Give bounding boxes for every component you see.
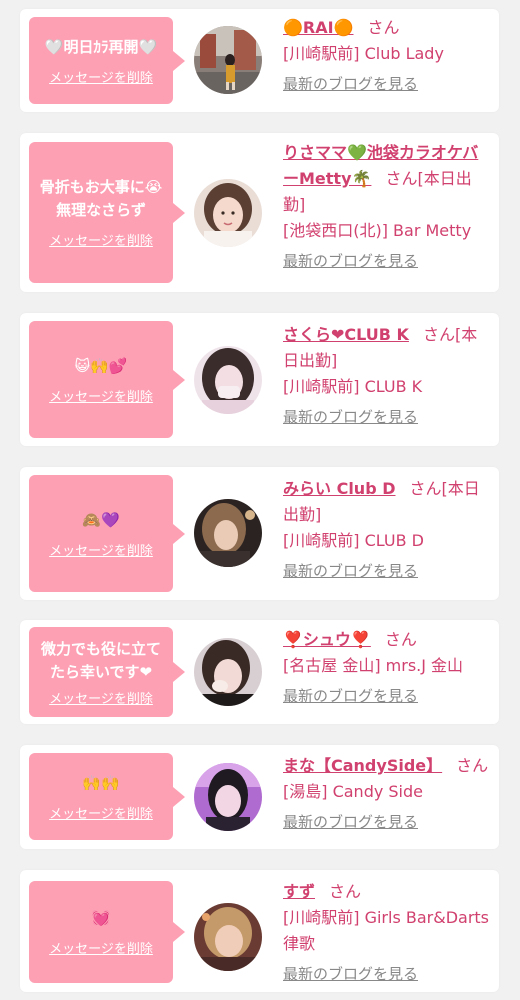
profile-name-link[interactable]: まな【CandySide】 <box>283 756 442 775</box>
message-text: 骨折もお大事に😭 無理なさらず <box>39 178 163 219</box>
latest-blog-link[interactable]: 最新のブログを見る <box>283 961 418 987</box>
profile-name-link[interactable]: すず <box>283 882 315 901</box>
profile-info: さくら❤CLUB K さん[本日出勤] [川崎駅前] CLUB K 最新のブログを… <box>283 322 491 430</box>
message-bubble: 🙌🙌 メッセージを削除 <box>29 753 185 840</box>
message-bubble: 💓 メッセージを削除 <box>29 881 185 983</box>
message-text: 😺🙌💕 <box>74 356 128 375</box>
delete-message-link[interactable]: メッセージを削除 <box>49 386 153 405</box>
shop-label: [名古屋 金山] mrs.J 金山 <box>283 656 464 675</box>
honorific: さん <box>422 325 455 344</box>
delete-message-link[interactable]: メッセージを削除 <box>49 938 153 957</box>
shop-label: [川崎駅前] Club Lady <box>283 44 444 63</box>
avatar[interactable] <box>194 638 262 706</box>
message-text: 🙌🙌 <box>82 773 120 792</box>
follow-card: 😺🙌💕 メッセージを削除 さくら❤CLUB K さん[本日出勤] [川崎駅前] C… <box>20 313 499 446</box>
shop-label: [川崎駅前] Girls Bar&Darts 律歌 <box>283 908 490 953</box>
message-bubble: 🙈💜 メッセージを削除 <box>29 475 185 592</box>
follow-card: 骨折もお大事に😭 無理なさらず メッセージを削除 りさママ💚池袋カラオケバーMe… <box>20 133 499 292</box>
avatar[interactable] <box>194 763 262 831</box>
delete-message-link[interactable]: メッセージを削除 <box>49 688 153 707</box>
profile-name-link[interactable]: 🟠RAI🟠 <box>283 18 354 37</box>
profile-name-link[interactable]: みらい Club D <box>283 479 396 498</box>
latest-blog-link[interactable]: 最新のブログを見る <box>283 404 418 430</box>
shop-label: [川崎駅前] CLUB D <box>283 531 424 550</box>
delete-message-link[interactable]: メッセージを削除 <box>49 67 153 86</box>
latest-blog-link[interactable]: 最新のブログを見る <box>283 248 418 274</box>
profile-name-link[interactable]: ❣️シュウ❣️ <box>283 630 371 649</box>
follow-card: 🙈💜 メッセージを削除 みらい Club D さん[本日出勤] [川崎駅前] CL… <box>20 467 499 600</box>
shop-label: [川崎駅前] CLUB K <box>283 377 423 396</box>
honorific: さん <box>385 169 418 188</box>
avatar[interactable] <box>194 346 262 414</box>
shop-label: [池袋西口(北)] Bar Metty <box>283 221 472 240</box>
latest-blog-link[interactable]: 最新のブログを見る <box>283 683 418 709</box>
message-text: 🤍明日ｶﾗ再開🤍 <box>44 37 158 56</box>
follow-card: 🤍明日ｶﾗ再開🤍 メッセージを削除 🟠RAI🟠 さん [川崎駅前] Club La… <box>20 9 499 112</box>
message-text: 💓 <box>91 909 111 927</box>
profile-name-link[interactable]: さくら❤CLUB K <box>283 325 409 344</box>
profile-info: まな【CandySide】 さん [湯島] Candy Side 最新のブログを見… <box>283 753 491 835</box>
shop-label: [湯島] Candy Side <box>283 782 424 801</box>
message-bubble: 😺🙌💕 メッセージを削除 <box>29 321 185 438</box>
avatar[interactable] <box>194 26 262 94</box>
profile-info: りさママ💚池袋カラオケバーMetty🌴 さん[本日出勤] [池袋西口(北)] Ba… <box>283 140 491 274</box>
message-bubble: 🤍明日ｶﾗ再開🤍 メッセージを削除 <box>29 17 185 104</box>
delete-message-link[interactable]: メッセージを削除 <box>49 230 153 249</box>
delete-message-link[interactable]: メッセージを削除 <box>49 540 153 559</box>
message-text: 🙈💜 <box>82 510 120 529</box>
latest-blog-link[interactable]: 最新のブログを見る <box>283 71 418 97</box>
profile-info: みらい Club D さん[本日出勤] [川崎駅前] CLUB D 最新のブログを… <box>283 476 491 584</box>
honorific: さん <box>384 630 417 649</box>
profile-info: ❣️シュウ❣️ さん [名古屋 金山] mrs.J 金山 最新のブログを見る <box>283 627 491 709</box>
profile-info: すず さん [川崎駅前] Girls Bar&Darts 律歌 最新のブログを見る <box>283 879 491 987</box>
avatar[interactable] <box>194 499 262 567</box>
avatar[interactable] <box>194 903 262 971</box>
delete-message-link[interactable]: メッセージを削除 <box>49 803 153 822</box>
honorific: さん <box>456 756 489 775</box>
message-bubble: 微力でも役に立てたら幸いです❤ メッセージを削除 <box>29 627 185 717</box>
follow-card: 🙌🙌 メッセージを削除 まな【CandySide】 さん [湯島] Candy S… <box>20 745 499 849</box>
message-text: 微力でも役に立てたら幸いです❤ <box>40 639 161 681</box>
avatar[interactable] <box>194 179 262 247</box>
latest-blog-link[interactable]: 最新のブログを見る <box>283 809 418 835</box>
follow-card: 💓 メッセージを削除 すず さん [川崎駅前] Girls Bar&Darts 律… <box>20 870 499 992</box>
honorific: さん <box>409 479 442 498</box>
follow-card: 微力でも役に立てたら幸いです❤ メッセージを削除 ❣️シュウ❣️ さん [名古屋 … <box>20 620 499 724</box>
latest-blog-link[interactable]: 最新のブログを見る <box>283 558 418 584</box>
message-bubble: 骨折もお大事に😭 無理なさらず メッセージを削除 <box>29 142 185 283</box>
honorific: さん <box>329 882 362 901</box>
profile-info: 🟠RAI🟠 さん [川崎駅前] Club Lady 最新のブログを見る <box>283 15 491 97</box>
honorific: さん <box>367 18 400 37</box>
